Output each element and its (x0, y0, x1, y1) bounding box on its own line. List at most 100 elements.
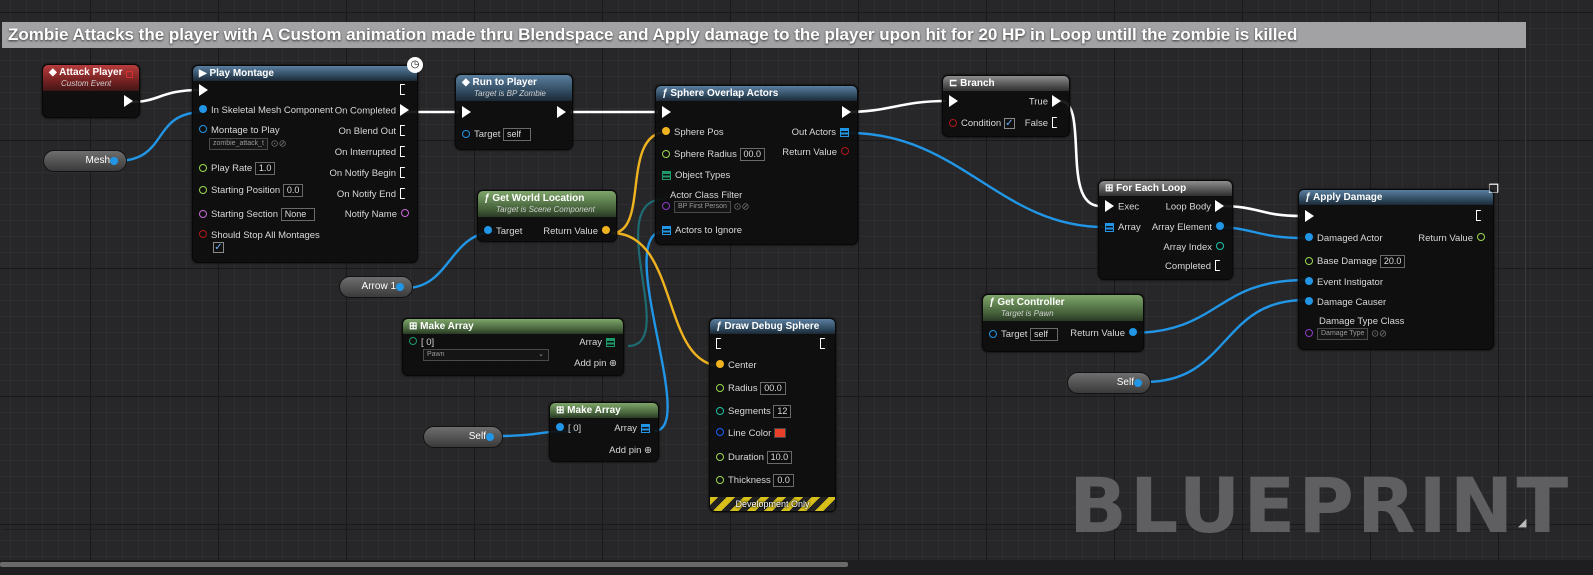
condition-checkbox[interactable]: ✓ (1003, 118, 1015, 129)
exec-in-pin[interactable] (1305, 210, 1314, 222)
exec-out-pin[interactable] (842, 106, 851, 118)
starting-position-field[interactable]: 0.0 (282, 184, 304, 197)
base-damage-pin[interactable] (1305, 256, 1313, 265)
exec-in-pin[interactable] (949, 95, 958, 107)
completed-pin[interactable] (1215, 260, 1224, 271)
on-completed-pin[interactable] (400, 104, 409, 116)
branch-node[interactable]: ⊏ Branch True Condition ✓ False (942, 75, 1070, 137)
make-array-node-2[interactable]: ⊞ Make Array [ 0] Array Add pin ⊕ (549, 402, 659, 462)
radius-field[interactable]: 00.0 (760, 382, 786, 395)
segments-pin[interactable] (716, 406, 724, 415)
duration-field[interactable]: 10.0 (766, 451, 793, 464)
exec-out-pin[interactable] (557, 106, 566, 118)
delegate-pin[interactable] (126, 71, 133, 78)
should-stop-pin[interactable] (199, 230, 207, 239)
browse-icon[interactable]: ⊙⊘ (271, 139, 287, 150)
sphere-overlap-actors-node[interactable]: ƒ Sphere Overlap Actors Sphere Pos Spher… (655, 85, 858, 245)
return-value-pin[interactable] (841, 147, 849, 156)
attack-player-event-node[interactable]: ◆ Attack Player Custom Event (42, 64, 140, 118)
actors-to-ignore-pin[interactable] (662, 225, 671, 235)
should-stop-checkbox[interactable]: ✓ (213, 242, 224, 253)
starting-section-pin[interactable] (199, 209, 207, 218)
duration-pin[interactable] (716, 452, 724, 461)
return-value-pin[interactable] (1477, 233, 1485, 242)
resize-grip-icon[interactable]: ◢ (1518, 516, 1526, 529)
item-pin[interactable] (556, 423, 564, 432)
browse-icon[interactable]: ⊙⊘ (1371, 329, 1387, 340)
array-element-pin[interactable] (1216, 222, 1224, 231)
target-pin[interactable] (989, 329, 997, 338)
return-value-pin[interactable] (1129, 328, 1137, 337)
self-out-pin[interactable] (1134, 379, 1142, 387)
on-blend-out-pin[interactable] (400, 125, 409, 136)
starting-section-field[interactable]: None (280, 208, 315, 221)
base-damage-field[interactable]: 20.0 (1379, 255, 1406, 268)
browse-icon[interactable]: ⊙⊘ (734, 202, 750, 213)
arrow-out-pin[interactable] (396, 283, 404, 291)
damage-type-dropdown[interactable]: Damage Type (1317, 328, 1369, 340)
exec-in-pin[interactable] (462, 106, 471, 118)
true-exec-pin[interactable] (1052, 95, 1061, 107)
sphere-radius-field[interactable]: 00.0 (739, 148, 766, 161)
target-field[interactable]: self (503, 128, 532, 141)
play-rate-pin[interactable] (199, 163, 207, 172)
item-pin[interactable] (409, 337, 417, 346)
target-field[interactable]: self (1030, 328, 1059, 341)
add-pin-icon[interactable]: ⊕ (609, 358, 617, 369)
object-types-pin[interactable] (662, 170, 671, 180)
thickness-field[interactable]: 0.0 (773, 474, 794, 487)
run-to-player-node[interactable]: ◆ Run to Player Target is BP Zombie Targe… (455, 74, 573, 150)
line-color-swatch[interactable] (773, 428, 786, 439)
object-type-dropdown[interactable]: Pawn ⌄ (423, 349, 549, 361)
arrow-variable-node[interactable]: Arrow 1 (339, 276, 413, 298)
apply-damage-node[interactable]: ƒ Apply Damage ❐ Damaged Actor Base Dama… (1298, 182, 1499, 350)
return-value-pin[interactable] (602, 226, 610, 235)
actor-class-dropdown[interactable]: BP First Person (674, 201, 731, 213)
array-in-pin[interactable] (1105, 222, 1114, 232)
array-out-pin[interactable] (641, 423, 650, 433)
exec-in-pin[interactable] (716, 338, 725, 349)
exec-in-pin[interactable] (1105, 200, 1114, 212)
self-out-pin[interactable] (486, 433, 494, 441)
mesh-out-pin[interactable] (110, 157, 118, 165)
event-instigator-pin[interactable] (1305, 277, 1313, 286)
add-pin-icon[interactable]: ⊕ (644, 445, 652, 456)
sphere-pos-pin[interactable] (662, 127, 670, 136)
exec-in-pin[interactable] (662, 106, 671, 118)
line-color-pin[interactable] (716, 428, 724, 437)
radius-pin[interactable] (716, 383, 724, 392)
on-interrupted-pin[interactable] (400, 146, 409, 157)
segments-field[interactable]: 12 (773, 405, 792, 418)
horizontal-scrollbar[interactable] (0, 562, 848, 567)
starting-position-pin[interactable] (199, 185, 207, 194)
target-pin[interactable] (462, 129, 470, 138)
exec-out-pin[interactable] (1476, 210, 1485, 221)
self-variable-node[interactable]: Self (423, 426, 503, 448)
out-actors-pin[interactable] (840, 127, 849, 137)
mesh-variable-node[interactable]: Mesh (43, 150, 127, 172)
damage-type-pin[interactable] (1305, 329, 1313, 337)
play-rate-field[interactable]: 1.0 (254, 162, 276, 175)
loop-body-pin[interactable] (1215, 200, 1224, 212)
on-notify-end-pin[interactable] (400, 188, 409, 199)
damaged-actor-pin[interactable] (1305, 233, 1313, 242)
in-skeletal-pin[interactable] (199, 105, 207, 114)
exec-out-pin[interactable] (124, 95, 133, 107)
false-exec-pin[interactable] (1052, 117, 1061, 128)
exec-out-pin[interactable] (400, 84, 409, 95)
montage-pin[interactable] (199, 125, 207, 134)
array-out-pin[interactable] (606, 337, 615, 347)
target-pin[interactable] (484, 226, 492, 235)
actor-class-pin[interactable] (662, 202, 670, 210)
draw-debug-sphere-node[interactable]: ƒ Draw Debug Sphere Center Radius 00.0 S… (709, 318, 836, 512)
thickness-pin[interactable] (716, 475, 724, 484)
exec-out-pin[interactable] (820, 338, 829, 349)
condition-pin[interactable] (949, 118, 957, 127)
notify-name-pin[interactable] (401, 209, 409, 218)
montage-dropdown[interactable]: zombie_attack_t (209, 138, 268, 150)
get-controller-node[interactable]: ƒ Get Controller Target is Pawn Target se… (982, 294, 1144, 352)
comment-title[interactable]: Zombie Attacks the player with A Custom … (2, 22, 1526, 48)
for-each-loop-node[interactable]: ⊞ For Each Loop Exec Array Loop Body Arr… (1098, 180, 1233, 280)
damage-causer-pin[interactable] (1305, 297, 1313, 306)
self-variable-node-2[interactable]: Self (1067, 372, 1151, 394)
